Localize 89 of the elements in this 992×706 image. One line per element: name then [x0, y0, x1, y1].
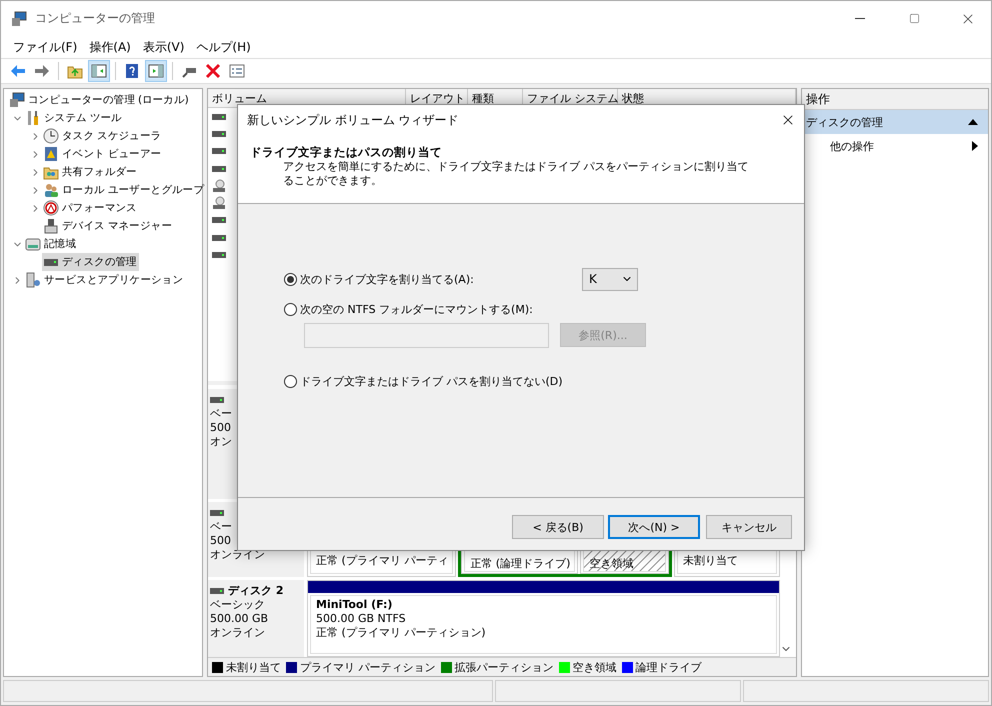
legend-label: 空き領域: [572, 660, 616, 674]
menu-item[interactable]: 操作(A): [83, 38, 137, 56]
disk-drive-icon: [212, 114, 226, 120]
disk-drive-icon: [212, 130, 226, 137]
disk-info-text: オンライン: [210, 626, 266, 640]
disk-info-text: オン: [210, 435, 233, 449]
tree-item[interactable]: サービスとアプリケーション: [24, 271, 186, 289]
legend-label: 未割り当て: [226, 660, 281, 674]
tree-item[interactable]: ローカル ユーザーとグループ: [42, 181, 206, 199]
radio-label[interactable]: ドライブ文字またはドライブ パスを割り当てない(D): [300, 374, 563, 388]
tree-item[interactable]: イベント ビューアー: [42, 145, 164, 163]
disk-drive-icon: [210, 397, 224, 403]
dialog-heading: ドライブ文字またはパスの割り当て: [249, 144, 443, 160]
menu-item[interactable]: 表示(V): [136, 38, 190, 56]
tree-item[interactable]: タスク スケジューラ: [42, 127, 164, 145]
delete-icon: [205, 63, 221, 79]
disk-drive-icon: [210, 510, 224, 516]
optical-drive-icon: [212, 178, 226, 193]
disk-drive-icon: [212, 148, 226, 154]
radio-button[interactable]: [284, 374, 297, 388]
toolbar-button[interactable]: [145, 60, 167, 82]
window-title: コンピューターの管理: [35, 10, 156, 27]
minimize-icon: [855, 18, 865, 19]
storage-icon: [25, 236, 41, 252]
dialog-button[interactable]: < 戻る(B): [512, 515, 604, 539]
disk-drive-icon: [212, 166, 226, 172]
action-item[interactable]: ディスクの管理: [802, 110, 988, 134]
menu-item[interactable]: ヘルプ(H): [190, 38, 257, 56]
clock-icon: [43, 128, 59, 144]
radio-label[interactable]: 次の空の NTFS フォルダーにマウントする(M):: [300, 302, 533, 316]
help-icon: [124, 63, 140, 79]
tree-item[interactable]: システム ツール: [24, 109, 124, 127]
dialog-title: 新しいシンプル ボリューム ウィザード: [247, 112, 459, 128]
toolbar-button[interactable]: [88, 60, 110, 82]
disk-name: ディスク 2: [228, 584, 284, 598]
partition-name: MiniTool (F:): [316, 598, 394, 612]
drive-letter-dropdown[interactable]: K: [582, 268, 638, 290]
pane-icon: [148, 63, 164, 79]
radio-label[interactable]: 次のドライブ文字を割り当てる(A):: [300, 272, 474, 286]
legend-label: 拡張パーティション: [454, 660, 554, 674]
disk-info-text: ベーシック: [210, 598, 266, 612]
tree-item[interactable]: 記憶域: [24, 235, 78, 253]
users-icon: [43, 182, 59, 198]
properties-icon: [229, 63, 245, 79]
tools-icon: [25, 110, 41, 126]
forward-icon: [34, 63, 50, 79]
tree-item[interactable]: デバイス マネージャー: [42, 217, 174, 235]
event-log-icon: [43, 146, 59, 162]
legend-label: 論理ドライブ: [636, 660, 702, 674]
partition-status: 空き領域: [589, 557, 634, 571]
disk-info-text: ベー: [210, 520, 233, 534]
server-gear-icon: [25, 272, 41, 288]
partition-block[interactable]: MiniTool (F:) 500.00 GB NTFS 正常 (プライマリ パーティション): [307, 580, 780, 657]
disk-info-text: ベー: [210, 407, 233, 421]
partition-status: 未割り当て: [683, 554, 740, 568]
pane-icon: [91, 63, 107, 79]
menu-item[interactable]: ファイル(F): [7, 38, 84, 56]
collapse-triangle-icon: [968, 119, 978, 125]
disk-info-text: 500: [210, 534, 232, 548]
radio-button[interactable]: [284, 272, 297, 286]
disk-info-text: 500.00 GB: [210, 612, 270, 626]
maximize-icon: [908, 13, 920, 24]
disk-drive-icon: [210, 588, 224, 594]
computer-icon: [9, 92, 25, 108]
partition-status: 正常 (プライマリ パーティ: [316, 554, 448, 568]
radio-button[interactable]: [284, 302, 297, 316]
disk-drive-icon: [212, 217, 226, 224]
dialog-button[interactable]: 次へ(N) >: [608, 515, 700, 539]
partition-status: 正常 (論理ドライブ): [470, 557, 570, 571]
submenu-triangle-icon: [972, 141, 978, 151]
tree-item[interactable]: ディスクの管理: [42, 253, 139, 271]
actions-header: 操作: [802, 89, 988, 110]
disk-info-text: 500: [210, 421, 232, 435]
tree-item[interactable]: コンピューターの管理 (ローカル): [8, 91, 190, 109]
tree-item[interactable]: パフォーマンス: [42, 199, 139, 217]
partition-status: 正常 (プライマリ パーティション): [316, 626, 487, 640]
partition-size: 500.00 GB NTFS: [316, 612, 407, 626]
action-item[interactable]: 他の操作: [802, 134, 988, 158]
optical-drive-icon: [212, 196, 226, 210]
legend-label: プライマリ パーティション: [300, 660, 436, 674]
tree-item[interactable]: 共有フォルダー: [42, 163, 139, 181]
device-icon: [43, 218, 59, 234]
back-icon: [10, 63, 26, 79]
disk-drive-icon: [212, 252, 226, 258]
dialog-description: アクセスを簡単にするために、ドライブ文字またはドライブ パスをパーティションに割り当てることができます。: [282, 160, 750, 188]
computer-icon: [11, 10, 27, 26]
disk-drive-icon: [212, 234, 226, 241]
gauge-icon: [43, 200, 59, 216]
dialog-button[interactable]: キャンセル: [706, 515, 792, 539]
